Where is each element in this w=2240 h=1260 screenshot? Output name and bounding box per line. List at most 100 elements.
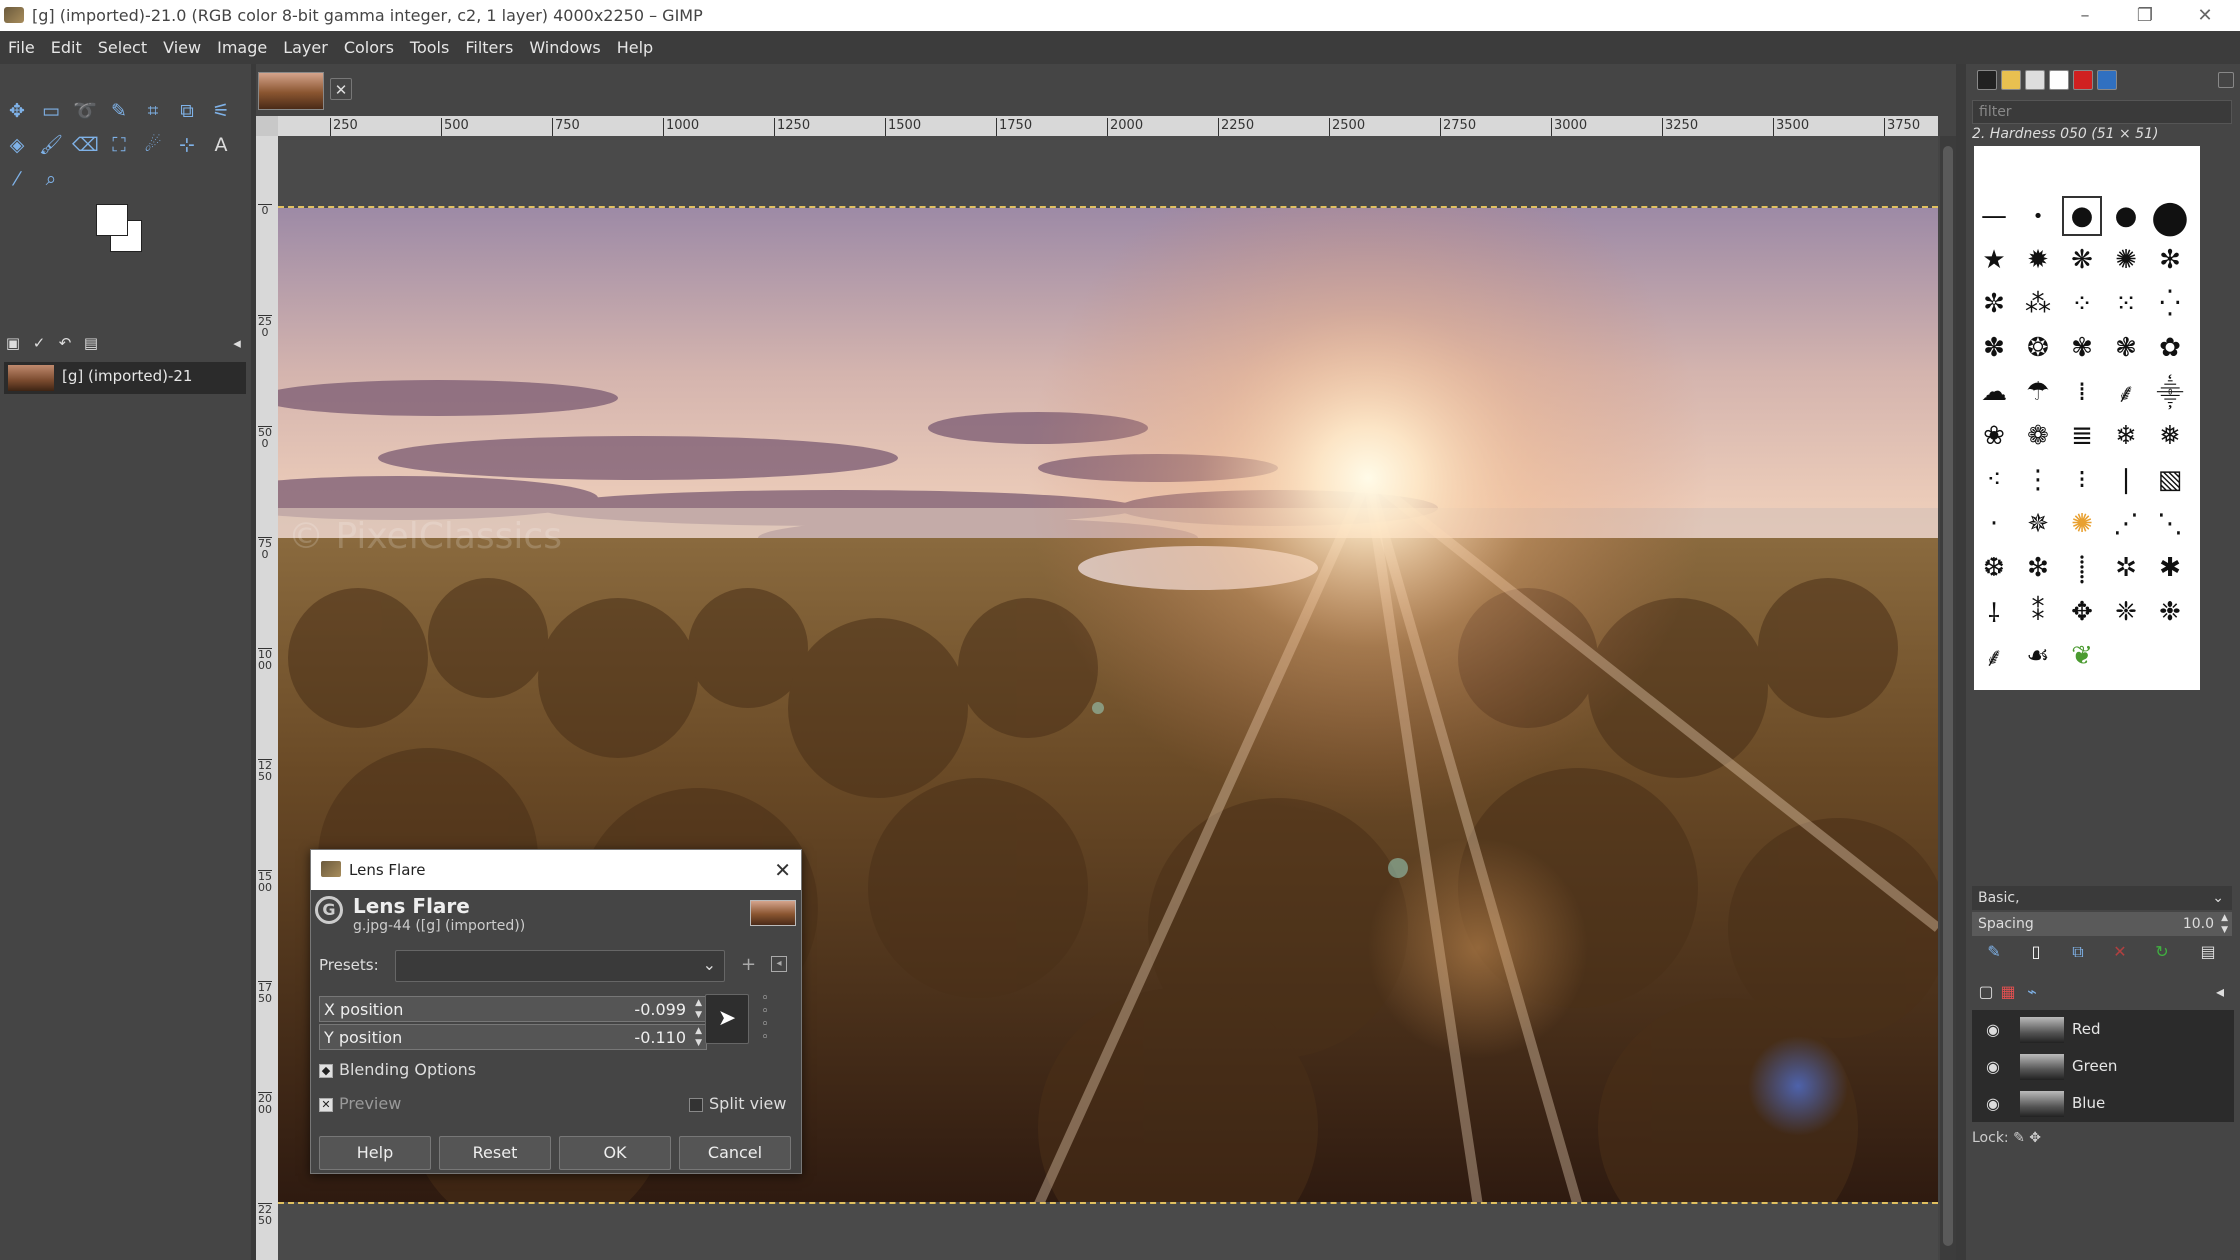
brush-texture-icon[interactable]: ✾ [2062,328,2102,368]
menu-colors[interactable]: Colors [336,31,402,64]
brush-texture-icon[interactable]: ❇ [2018,548,2058,588]
dialog-title-bar[interactable]: Lens Flare ✕ [311,850,801,890]
brush-texture-icon[interactable]: ❘ [2106,460,2146,500]
color-picker-tool-icon[interactable]: ⁄ [4,166,30,192]
brush-texture-icon[interactable]: ✼ [1974,284,2014,324]
visibility-eye-icon[interactable]: ◉ [1986,1057,2000,1076]
dialog-close-icon[interactable]: ✕ [774,850,791,890]
undo-history-tab-icon[interactable]: ↶ [54,332,76,354]
add-preset-icon[interactable]: + [741,954,756,975]
move-tool-icon[interactable]: ✥ [4,98,30,124]
brush-texture-icon[interactable]: ⁞ [2062,372,2102,412]
menu-filters[interactable]: Filters [457,31,521,64]
brush-texture-icon[interactable]: ❈ [2106,592,2146,632]
brush-texture-icon[interactable]: ⸸ [1974,592,2014,632]
brush-texture-icon[interactable]: ❅ [2150,416,2190,456]
dock-menu-icon[interactable]: ◂ [2208,980,2232,1004]
channel-row-red[interactable]: ◉ Red [1972,1012,2234,1048]
brush-texture-icon[interactable]: ❄ [2106,416,2146,456]
brush-texture-icon[interactable]: ✺ [2106,240,2146,280]
x-position-spinner[interactable]: X position -0.099 ▲ ▼ [319,996,707,1022]
menu-tools[interactable]: Tools [402,31,457,64]
menu-select[interactable]: Select [90,31,155,64]
brush-pepper-icon[interactable]: ❦ [2062,636,2102,676]
brush-splatter-icon[interactable]: ✹ [2018,240,2058,280]
pick-position-button[interactable]: ➤ [705,994,749,1044]
fg-bg-color-selector[interactable] [96,204,156,264]
brush-texture-icon[interactable]: ⸽ [2062,548,2102,588]
brush-texture-icon[interactable]: ▧ [2150,460,2190,500]
brush-texture-icon[interactable]: ⁖ [1974,460,2014,500]
brush-texture-icon[interactable]: ⁂ [2018,284,2058,324]
brush-texture-icon[interactable]: ⋰ [2106,504,2146,544]
visibility-eye-icon[interactable]: ◉ [1986,1020,2000,1039]
fuzzy-select-tool-icon[interactable]: ✎ [106,98,132,124]
brush-texture-icon[interactable]: ⁘ [2062,284,2102,324]
brush-texture-icon[interactable]: ⸙ [1974,636,2014,676]
brush-texture-icon[interactable]: ❆ [1974,548,2014,588]
brush-hard-medium-icon[interactable]: ● [2106,196,2146,236]
ruler-corner[interactable] [256,116,278,136]
brush-texture-icon[interactable]: ⁛ [2150,284,2190,324]
new-brush-icon[interactable]: ▯ [2024,940,2048,964]
lock-pixels-icon[interactable]: ✎ [2013,1130,2025,1146]
close-window-button[interactable]: ✕ [2180,0,2230,31]
free-select-tool-icon[interactable]: ➰ [72,98,98,124]
maximize-button[interactable]: ❐ [2120,0,2170,31]
brush-star-icon[interactable]: ★ [1974,240,2014,280]
brush-texture-icon[interactable]: ⸎ [2150,372,2190,412]
delete-brush-icon[interactable]: ✕ [2108,940,2132,964]
gradients-tab-icon[interactable] [2073,70,2093,90]
brush-texture-icon[interactable]: ✲ [2106,548,2146,588]
menu-file[interactable]: File [0,31,43,64]
bucket-fill-tool-icon[interactable]: ◈ [4,132,30,158]
image-list-item[interactable]: [g] (imported)-21 [4,362,246,394]
canvas-vertical-scrollbar[interactable] [1940,136,1956,1260]
presets-dropdown[interactable]: ⌄ [395,950,725,982]
scrollbar-thumb[interactable] [1943,146,1953,1246]
document-history-tab-icon[interactable] [2049,70,2069,90]
paths-tool-icon[interactable]: ⊹ [174,132,200,158]
menu-image[interactable]: Image [209,31,275,64]
brush-texture-icon[interactable]: ✻ [2150,240,2190,280]
visibility-eye-icon[interactable]: ◉ [1986,1094,2000,1113]
help-button[interactable]: Help [319,1136,431,1170]
images-tab-icon[interactable]: ▣ [2,332,24,354]
brush-texture-icon[interactable]: ❀ [1974,416,2014,456]
brush-texture-icon[interactable]: ⋮ [2018,460,2058,500]
spinner-arrows-icon[interactable]: ▲ ▼ [695,997,702,1021]
edit-brush-icon[interactable]: ✎ [1982,940,2006,964]
minimize-button[interactable]: – [2060,0,2110,31]
brush-texture-icon[interactable]: ⁑ [2018,592,2058,632]
brush-preset-dropdown[interactable]: Basic, ⌄ [1972,886,2232,910]
dock-menu-icon[interactable]: ◂ [226,332,248,354]
menu-help[interactable]: Help [609,31,661,64]
patterns-tab-icon[interactable] [2001,70,2021,90]
brush-color-flower-icon[interactable]: ✺ [2062,504,2102,544]
open-brush-as-image-icon[interactable]: ▤ [2196,940,2220,964]
reset-button[interactable]: Reset [439,1136,551,1170]
brush-texture-icon[interactable]: ✿ [2150,328,2190,368]
brush-spacing-slider[interactable]: Spacing 10.0 ▲ ▼ [1972,912,2232,936]
lock-position-icon[interactable]: ✥ [2029,1130,2041,1146]
tool-options-tab-icon[interactable]: ✓ [28,332,50,354]
channel-row-green[interactable]: ◉ Green [1972,1049,2234,1085]
brush-texture-icon[interactable]: ❃ [2106,328,2146,368]
brush-texture-icon[interactable]: ✥ [2062,592,2102,632]
duplicate-brush-icon[interactable]: ⧉ [2066,940,2090,964]
crop-tool-icon[interactable]: ⌗ [140,98,166,124]
brush-texture-icon[interactable]: ⋱ [2150,504,2190,544]
device-status-tab-icon[interactable]: ▤ [80,332,102,354]
channel-row-blue[interactable]: ◉ Blue [1972,1086,2234,1122]
brush-grid[interactable]: — • ● ● ● ★ ✹ ❋ ✺ ✻ ✼ ⁂ ⁘ ⁙ ⁛ ✽ ❂ ✾ ❃ ✿ … [1974,146,2200,690]
dock-menu-icon[interactable] [2218,72,2234,88]
brush-texture-icon[interactable]: ☂ [2018,372,2058,412]
paintbrush-tool-icon[interactable]: 🖌 [38,132,64,158]
brush-texture-icon[interactable]: ✵ [2018,504,2058,544]
brush-texture-icon[interactable]: ⁙ [2106,284,2146,324]
brush-texture-icon[interactable]: ❉ [2150,592,2190,632]
channels-tab-icon[interactable]: ▦ [1996,980,2020,1004]
brush-texture-icon[interactable]: ☁ [1974,372,2014,412]
close-image-tab-icon[interactable]: ✕ [330,78,352,100]
brushes-tab-icon[interactable] [1977,70,1997,90]
